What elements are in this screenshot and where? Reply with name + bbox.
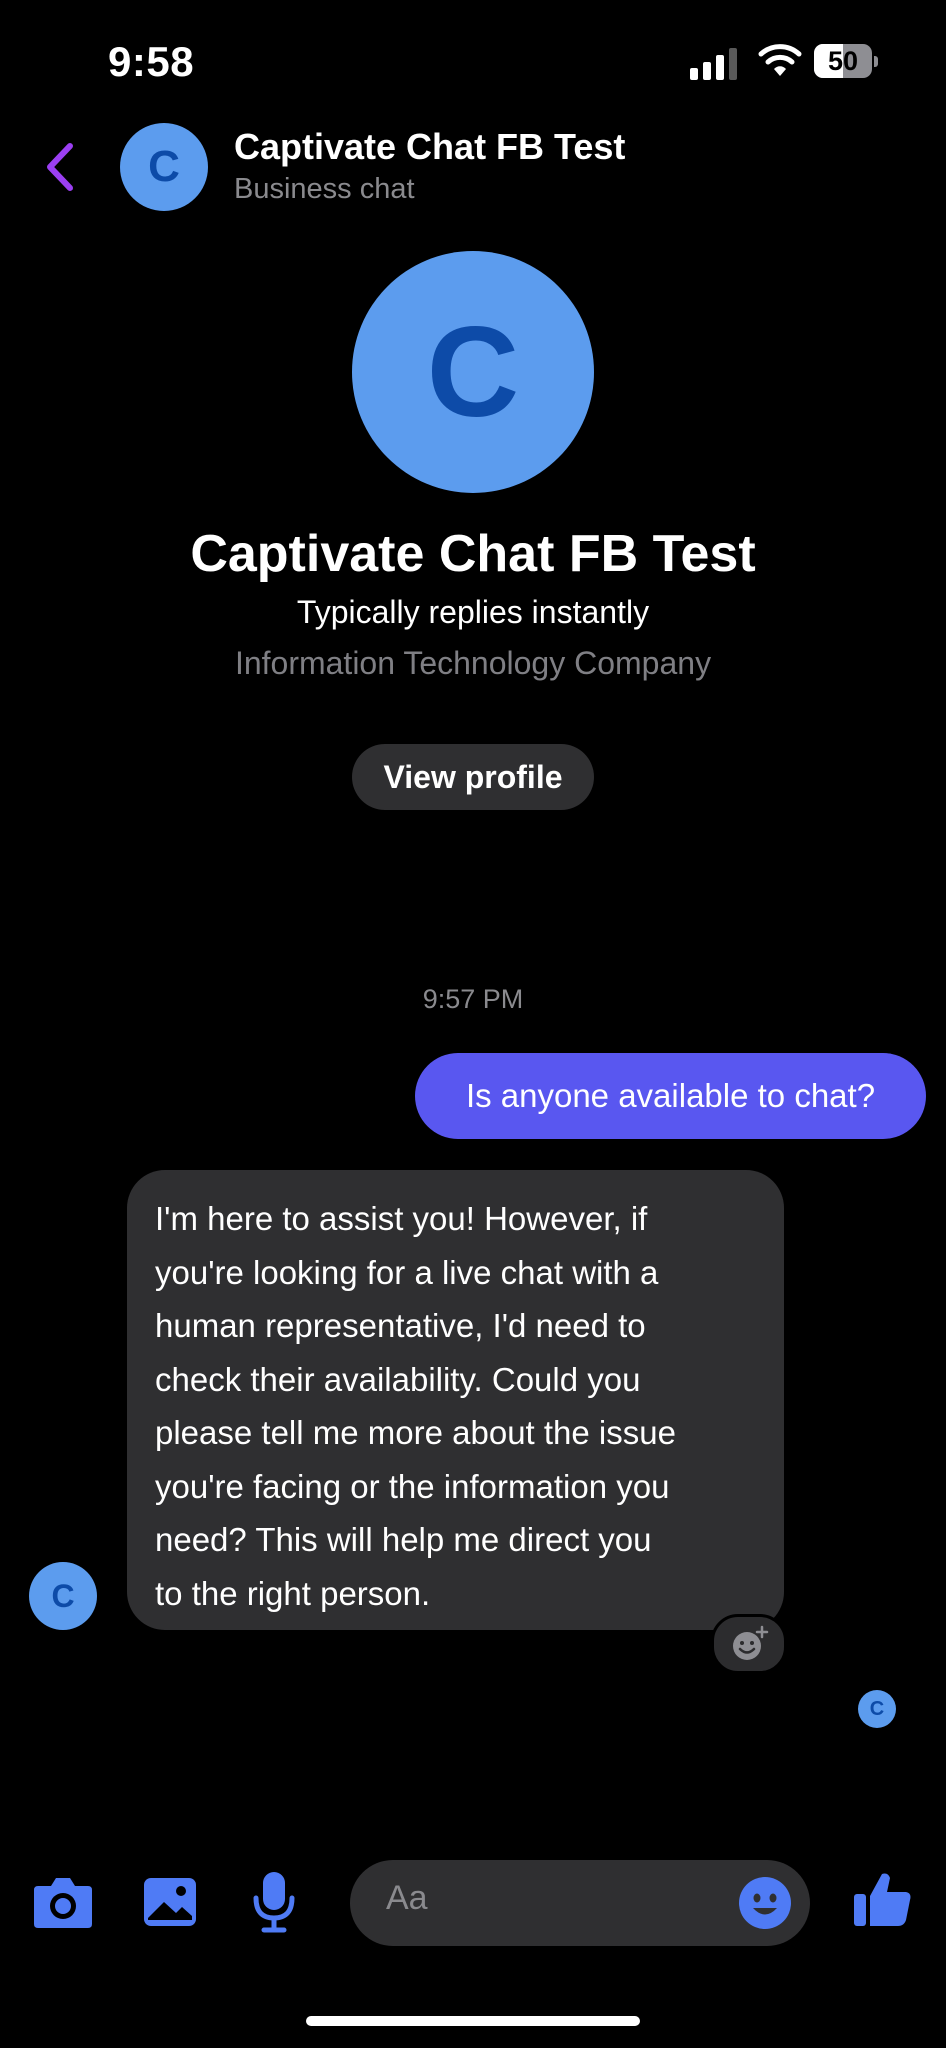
chevron-left-icon: [47, 143, 73, 191]
emoji-button[interactable]: [738, 1876, 792, 1930]
message-timestamp: 9:57 PM: [422, 984, 524, 1014]
view-profile-button[interactable]: View profile: [352, 744, 594, 810]
gallery-button[interactable]: [142, 1876, 198, 1928]
message-input-placeholder: Aa: [386, 1879, 428, 1917]
incoming-message-bubble[interactable]: I'm here to assist you! However, if you'…: [127, 1170, 784, 1630]
add-reaction-icon: [733, 1625, 769, 1660]
cellular-signal-icon: [690, 46, 738, 80]
seen-receipt-avatar: C: [858, 1690, 896, 1728]
message-line: human representative, I'd need to: [155, 1307, 646, 1344]
wifi-icon: [758, 42, 802, 78]
header-contact-name[interactable]: Captivate Chat FB Test: [234, 126, 625, 168]
battery-percent: 50: [827, 46, 859, 76]
add-reaction-button[interactable]: [711, 1614, 787, 1674]
message-line: you're facing or the information you: [155, 1467, 670, 1505]
battery-icon: 50: [814, 44, 880, 80]
message-line: I'm here to assist you! However, if: [155, 1200, 648, 1237]
image-icon: [144, 1878, 196, 1926]
message-line: you're looking for a live chat with a: [155, 1253, 659, 1291]
camera-button[interactable]: [32, 1874, 94, 1930]
outgoing-message-bubble[interactable]: Is anyone available to chat?: [415, 1053, 926, 1139]
profile-category: Information Technology Company: [234, 645, 712, 681]
message-line: to the right person.: [155, 1574, 431, 1612]
thumbs-up-icon: [854, 1873, 911, 1926]
home-indicator: [306, 2016, 640, 2026]
profile-reply-time: Typically replies instantly: [296, 594, 650, 630]
header-subtitle: Business chat: [234, 173, 415, 205]
microphone-button[interactable]: [252, 1870, 296, 1934]
message-line: need? This will help me direct you: [155, 1521, 652, 1558]
back-button[interactable]: [40, 140, 80, 194]
profile-name: Captivate Chat FB Test: [190, 525, 756, 583]
message-line: check their availability. Could you: [155, 1360, 641, 1398]
header-avatar[interactable]: C: [120, 123, 208, 211]
camera-icon: [34, 1878, 92, 1928]
incoming-sender-avatar[interactable]: C: [29, 1562, 97, 1630]
microphone-icon: [253, 1872, 295, 1933]
smiley-icon: [739, 1877, 791, 1929]
profile-avatar: C: [352, 251, 594, 493]
message-line: please tell me more about the issue: [155, 1414, 676, 1451]
status-time: 9:58: [108, 38, 195, 85]
like-button[interactable]: [852, 1868, 914, 1930]
